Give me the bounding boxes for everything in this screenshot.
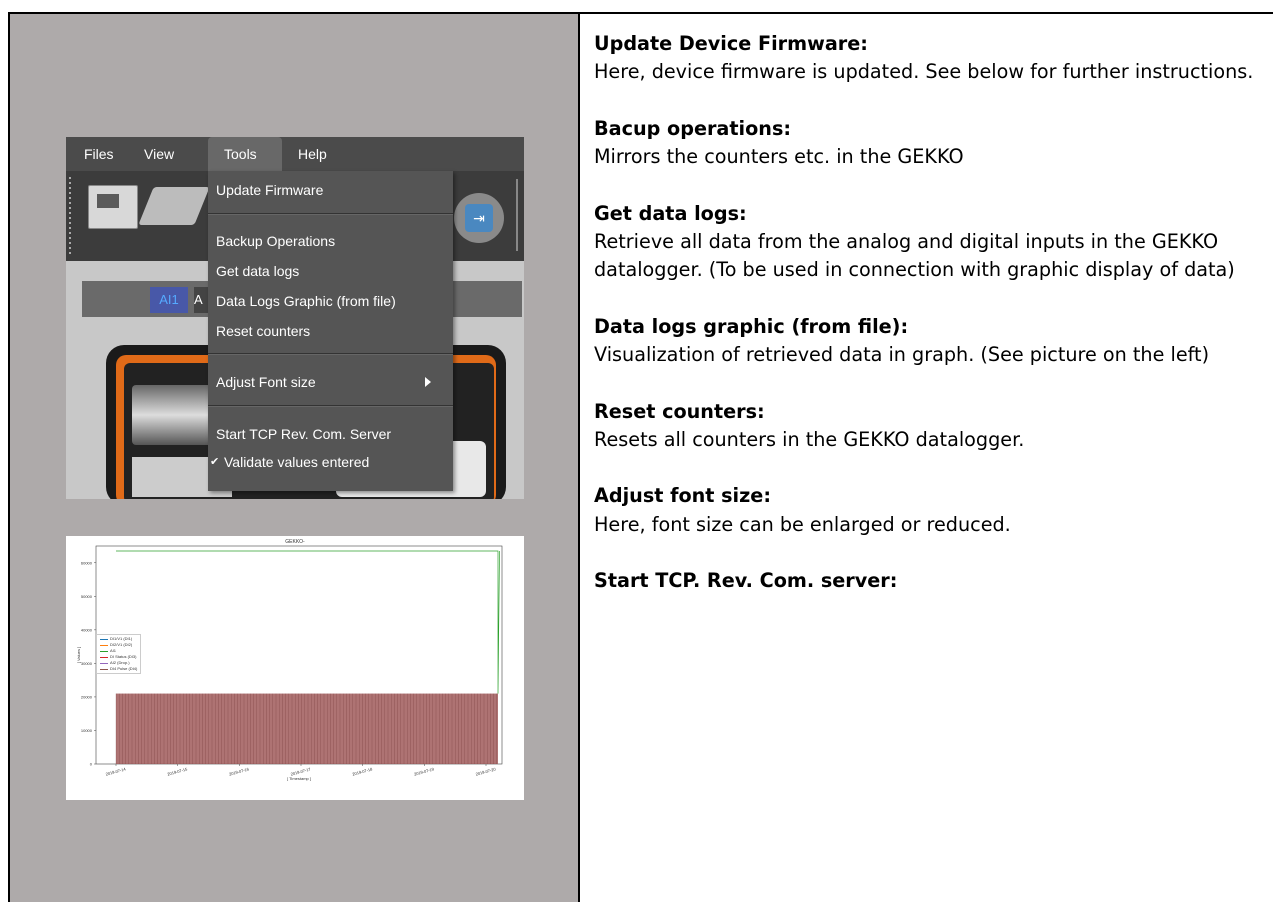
legend-swatch bbox=[100, 650, 108, 652]
section-heading: Data logs graphic (from file): bbox=[594, 314, 909, 338]
section-text: Resets all counters in the GEKKO datalog… bbox=[594, 428, 1025, 452]
tab-a[interactable]: A bbox=[194, 287, 208, 313]
y-tick-label: 0 bbox=[90, 762, 93, 767]
series-line-ai1 bbox=[116, 550, 500, 694]
legend-swatch bbox=[100, 656, 108, 658]
chart-legend: DI1/V1 (DI1) DI2/V1 (DI2) AI1 DI Status (DI… bbox=[96, 634, 142, 674]
tools-dropdown: Update Firmware Backup Operations Get da… bbox=[208, 171, 453, 491]
section-text: Mirrors the counters etc. in the GEKKO bbox=[594, 145, 964, 169]
section-heading: Bacup operations: bbox=[594, 116, 792, 140]
section-heading: Adjust font size: bbox=[594, 484, 771, 508]
section-heading: Update Device Firmware: bbox=[594, 32, 868, 55]
y-tick-label: 50000 bbox=[81, 594, 93, 599]
section-6: Start TCP. Rev. Com. server: bbox=[594, 567, 1264, 595]
descriptions: Update Device Firmware: Here, device firm… bbox=[594, 30, 1264, 624]
menu-view[interactable]: View bbox=[144, 137, 174, 171]
legend-swatch bbox=[100, 662, 108, 664]
section-heading: Start TCP. Rev. Com. server: bbox=[594, 569, 898, 593]
menu-tools[interactable]: Tools bbox=[208, 137, 282, 171]
disk-icon[interactable] bbox=[138, 187, 210, 225]
menu-files[interactable]: Files bbox=[84, 137, 114, 171]
legend-swatch bbox=[100, 644, 108, 646]
menu-item-validate-values[interactable]: ✔ Validate values entered bbox=[210, 449, 370, 475]
section-4: Reset counters: Resets all counters in th… bbox=[594, 398, 1264, 455]
section-1: Bacup operations: Mirrors the counters et… bbox=[594, 115, 1264, 172]
x-tick-label: 2019-07-18 bbox=[352, 766, 374, 776]
y-tick-label: 40000 bbox=[81, 627, 93, 632]
legend-entry: DI4 Pulse (DI4) bbox=[100, 666, 137, 672]
x-tick-label: 2019-07-19 bbox=[413, 766, 435, 776]
legend-swatch bbox=[100, 668, 108, 670]
menu-item-get-data-logs[interactable]: Get data logs bbox=[216, 258, 299, 284]
section-5: Adjust font size: Here, font size can be … bbox=[594, 482, 1264, 539]
x-tick-label: 2019-07-20 bbox=[475, 766, 497, 776]
data-band bbox=[116, 693, 498, 764]
section-3: Data logs graphic (from file): Visualizat… bbox=[594, 313, 1264, 370]
legend-label: DI4 Pulse (DI4) bbox=[110, 666, 138, 671]
x-axis-label: [ Timestamp ] bbox=[287, 776, 311, 781]
checkmark-icon: ✔ bbox=[210, 456, 220, 468]
section-text: Retrieve all data from the analog and di… bbox=[594, 230, 1235, 282]
section-heading: Reset counters: bbox=[594, 399, 765, 423]
menu-item-adjust-font-size[interactable]: Adjust Font size bbox=[216, 369, 441, 395]
device-icon[interactable] bbox=[88, 185, 138, 229]
column-divider bbox=[578, 12, 580, 902]
menu-item-backup-operations[interactable]: Backup Operations bbox=[216, 228, 335, 254]
toolbar-grip[interactable] bbox=[69, 177, 71, 255]
submenu-arrow-icon bbox=[425, 377, 431, 387]
section-text: Visualization of retrieved data in graph… bbox=[594, 343, 1210, 367]
tab-ai1[interactable]: AI1 bbox=[150, 287, 188, 313]
section-0: Update Device Firmware: Here, device firm… bbox=[594, 30, 1264, 87]
adjust-font-size-label: Adjust Font size bbox=[216, 374, 316, 390]
section-heading: Get data logs: bbox=[594, 201, 747, 225]
y-tick-label: 60000 bbox=[81, 560, 93, 565]
x-tick-label: 2019-07-14 bbox=[105, 766, 127, 776]
section-2: Get data logs: Retrieve all data from the… bbox=[594, 200, 1264, 285]
section-text: Here, device firmware is updated. See be… bbox=[594, 60, 1254, 84]
x-tick-label: 2019-07-16 bbox=[228, 766, 250, 776]
connect-icon[interactable]: ⇥ bbox=[454, 193, 504, 243]
menu-item-reset-counters[interactable]: Reset counters bbox=[216, 318, 310, 344]
menu-help[interactable]: Help bbox=[298, 137, 327, 171]
legend-swatch bbox=[100, 638, 108, 640]
menubar: Files View Tools Help bbox=[66, 137, 524, 171]
menu-item-start-tcp[interactable]: Start TCP Rev. Com. Server bbox=[216, 421, 391, 447]
toolbar-separator bbox=[516, 179, 518, 251]
y-axis-label: [ Values ] bbox=[76, 647, 81, 663]
chart-screenshot: GEKKO- 0 10000 20000 30000 40000 50000 60000 20… bbox=[66, 536, 524, 800]
validate-values-label: Validate values entered bbox=[224, 454, 370, 470]
y-tick-label: 20000 bbox=[81, 694, 93, 699]
menu-item-update-firmware[interactable]: Update Firmware bbox=[216, 177, 323, 203]
y-tick-label: 30000 bbox=[81, 661, 93, 666]
section-text: Here, font size can be enlarged or reduc… bbox=[594, 512, 1011, 536]
menu-item-data-logs-graphic[interactable]: Data Logs Graphic (from file) bbox=[216, 288, 396, 314]
menu-screenshot: Files View Tools Help ⇥ AI1 A Update Fir… bbox=[66, 137, 524, 499]
x-tick-label: 2019-07-15 bbox=[167, 766, 189, 776]
y-tick-label: 10000 bbox=[81, 728, 93, 733]
